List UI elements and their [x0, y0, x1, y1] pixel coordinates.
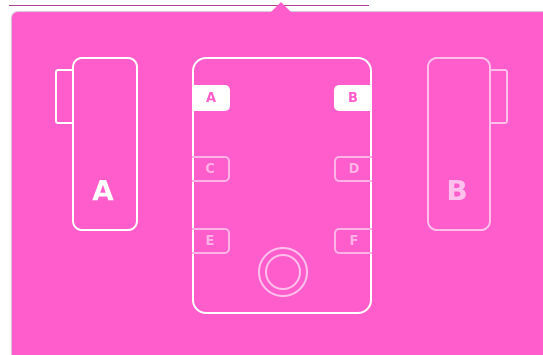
receiver-slot-c[interactable]: C	[192, 156, 230, 182]
receiver-slot-f[interactable]: F	[334, 228, 372, 254]
device-b-label: B	[446, 174, 468, 207]
receiver-slot-a[interactable]: A	[192, 85, 230, 111]
receiver-slot-b[interactable]: B	[334, 85, 372, 111]
stage: A B A B C D E F	[0, 0, 543, 355]
device-a[interactable]: A	[72, 57, 138, 231]
window-top-edge	[9, 5, 369, 6]
device-b-clip	[489, 69, 508, 124]
receiver-slot-e[interactable]: E	[192, 228, 230, 254]
receiver-unit: A B C D E F	[192, 57, 372, 314]
device-b[interactable]: B	[427, 57, 491, 231]
receiver-slot-d[interactable]: D	[334, 156, 372, 182]
dial-knob-icon[interactable]	[258, 247, 308, 297]
dial-knob-inner-ring	[265, 254, 301, 290]
device-a-label: A	[92, 174, 114, 207]
popover-caret	[271, 2, 291, 12]
